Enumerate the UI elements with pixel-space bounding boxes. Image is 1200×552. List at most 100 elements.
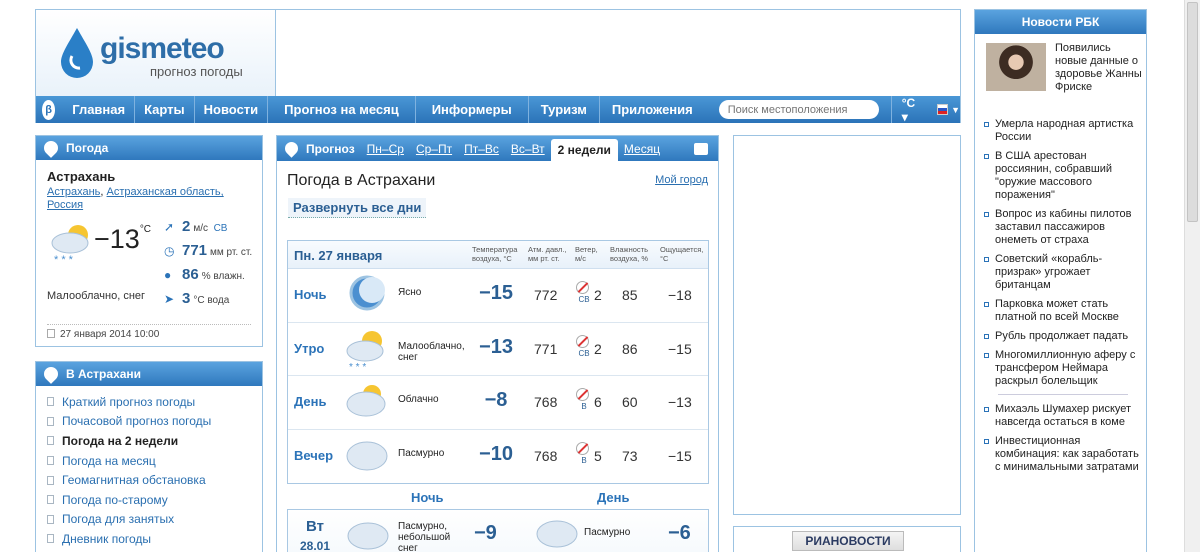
ria-logo[interactable]: РИАНОВОСТИ (792, 531, 904, 551)
tab-sun-tue[interactable]: Вс–Вт (505, 142, 551, 161)
bullet-icon (984, 407, 989, 412)
tab-month[interactable]: Месяц (618, 142, 666, 161)
nav-apps[interactable]: Приложения (600, 96, 705, 123)
col-humidity: Влажность воздуха, % (610, 245, 649, 263)
day-forecast-table: Пн. 27 января Температура воздуха, °C Ат… (287, 240, 709, 484)
city-link-item[interactable]: Погода по-старому (47, 490, 262, 510)
tab-wed-fri[interactable]: Ср–Пт (410, 142, 458, 161)
tab-fri-sun[interactable]: Пт–Вс (458, 142, 505, 161)
ad-banner[interactable] (733, 135, 961, 515)
news-item-text[interactable]: Умерла народная артистка России (995, 118, 1140, 144)
current-condition: Малооблачно, снег (47, 290, 146, 302)
city-link-item[interactable]: Почасовой прогноз погоды (47, 412, 262, 432)
document-icon (47, 397, 54, 407)
document-icon (47, 416, 54, 426)
news-top-text[interactable]: Появились новые данные о здоровье Жанны … (1055, 42, 1143, 94)
news-item-text[interactable]: Инвестиционная комбинация: как заработат… (995, 435, 1140, 474)
news-item[interactable]: Парковка может стать платной по всей Мос… (984, 298, 1140, 324)
drop-icon (41, 364, 61, 384)
compass-icon (576, 281, 589, 294)
news-item-text[interactable]: Парковка может стать платной по всей Мос… (995, 298, 1140, 324)
nav-home[interactable]: Главная (63, 96, 136, 123)
news-item-text[interactable]: Михаэль Шумахер рискует навсегда остатьс… (995, 403, 1140, 429)
tab-mon-wed[interactable]: Пн–Ср (361, 142, 410, 161)
divider (47, 324, 251, 325)
news-item[interactable]: Вопрос из кабины пилотов заставил пассаж… (984, 208, 1140, 247)
wind-direction-label: СВ (578, 348, 590, 358)
forecast-row: Ночь Ясно −15 772 СВ 2 85 −18 (288, 269, 708, 323)
water-param: ➤ 3 °C вода (164, 290, 230, 307)
page-scrollbar[interactable] (1184, 0, 1200, 552)
region-link-city[interactable]: Астрахань (47, 186, 100, 198)
news-photo[interactable] (986, 43, 1046, 91)
night-label: Ночь (411, 490, 444, 505)
pressure: 768 (534, 447, 558, 464)
language-flag-icon[interactable] (936, 104, 949, 115)
news-item-text[interactable]: Рубль продолжает падать (995, 330, 1128, 343)
forecast-tab-label: Прогноз (306, 142, 355, 156)
next-days-labels: Ночь День (287, 490, 709, 506)
news-item[interactable]: Советский «корабль-призрак» угрожает бри… (984, 253, 1140, 292)
news-item-text[interactable]: Вопрос из кабины пилотов заставил пассаж… (995, 208, 1140, 247)
col-pressure: Атм. давл., мм рт. ст. (528, 245, 567, 263)
unit-selector[interactable]: °C ▾ (890, 96, 927, 124)
tab-two-weeks[interactable]: 2 недели (550, 139, 618, 161)
city-link-item[interactable]: Погода для занятых (47, 510, 262, 530)
news-item-text[interactable]: В США арестован россиянин, собравший "ор… (995, 150, 1140, 202)
region-link-country[interactable]: Россия (47, 199, 83, 211)
document-icon (47, 475, 54, 485)
bullet-icon (984, 122, 989, 127)
nav-maps[interactable]: Карты (135, 96, 195, 123)
partly-cloudy-snow-icon: * * * (51, 225, 89, 266)
current-temperature: −13°C (94, 224, 152, 254)
city-link-item[interactable]: Геомагнитная обстановка (47, 470, 262, 490)
main-nav: β Главная Карты Новости Прогноз на месяц… (36, 96, 960, 124)
nav-month-forecast[interactable]: Прогноз на месяц (268, 96, 416, 123)
feels-like: −13 (668, 394, 692, 410)
news-top-item[interactable]: Появились новые данные о здоровье Жанны … (975, 34, 1146, 111)
time-of-day: Ночь (294, 287, 327, 302)
news-item[interactable]: Михаэль Шумахер рискует навсегда остатьс… (984, 403, 1140, 429)
calendar-icon (47, 329, 55, 338)
news-item[interactable]: В США арестован россиянин, собравший "ор… (984, 150, 1140, 202)
document-icon (47, 436, 54, 446)
news-item[interactable]: Инвестиционная комбинация: как заработат… (984, 435, 1140, 474)
next-day-row[interactable]: Вт 28.01 Пасмурно, небольшой снег −9 Пас… (287, 509, 709, 552)
city-link-item[interactable]: Дневник погоды (47, 529, 262, 549)
news-item-text[interactable]: Многомиллионную аферу с трансфером Нейма… (995, 349, 1140, 388)
city-link-label: Геомагнитная обстановка (62, 473, 206, 488)
nav-informers[interactable]: Информеры (416, 96, 529, 123)
print-icon[interactable] (694, 143, 708, 155)
scrollbar-thumb[interactable] (1187, 2, 1198, 222)
logo[interactable]: gismeteo прогноз погоды (36, 10, 276, 96)
svg-text:* * *: * * * (54, 254, 74, 266)
pressure: 768 (534, 394, 558, 410)
ria-banner[interactable]: РИАНОВОСТИ (733, 526, 961, 552)
city-link-item[interactable]: Краткий прогноз погоды (47, 392, 262, 412)
next-night-condition: Пасмурно, небольшой снег (398, 521, 451, 552)
news-title: Новости РБК (975, 10, 1146, 34)
location-search-input[interactable] (718, 100, 879, 119)
city-link-item[interactable]: Погода на 2 недели (47, 431, 262, 451)
nav-tourism[interactable]: Туризм (529, 96, 600, 123)
wind-direction-label: В (581, 402, 587, 411)
humidity: 86 (622, 340, 638, 357)
news-item[interactable]: Умерла народная артистка России (984, 118, 1140, 144)
expand-all-days-button[interactable]: Развернуть все дни (288, 198, 427, 218)
news-item[interactable]: Рубль продолжает падать (984, 330, 1140, 343)
wind-direction: СВ (576, 334, 592, 363)
city-link-label: Погода по-старому (62, 492, 168, 507)
overcast-snow-icon (347, 522, 389, 550)
my-city-link[interactable]: Мой город (655, 174, 708, 186)
chevron-down-icon[interactable]: ▼ (951, 105, 960, 115)
region-link-oblast[interactable]: Астраханская область, (107, 186, 224, 198)
city-link-item[interactable]: Погода на месяц (47, 451, 262, 471)
next-day-dow: Вт (306, 518, 324, 535)
beta-icon[interactable]: β (42, 99, 56, 120)
water-fish-icon: ➤ (164, 292, 175, 306)
city-links-header: В Астрахани (36, 362, 262, 386)
news-item-text[interactable]: Советский «корабль-призрак» угрожает бри… (995, 253, 1140, 292)
news-item[interactable]: Многомиллионную аферу с трансфером Нейма… (984, 349, 1140, 388)
nav-news[interactable]: Новости (195, 96, 269, 123)
news-box: Новости РБК Появились новые данные о здо… (974, 9, 1147, 552)
